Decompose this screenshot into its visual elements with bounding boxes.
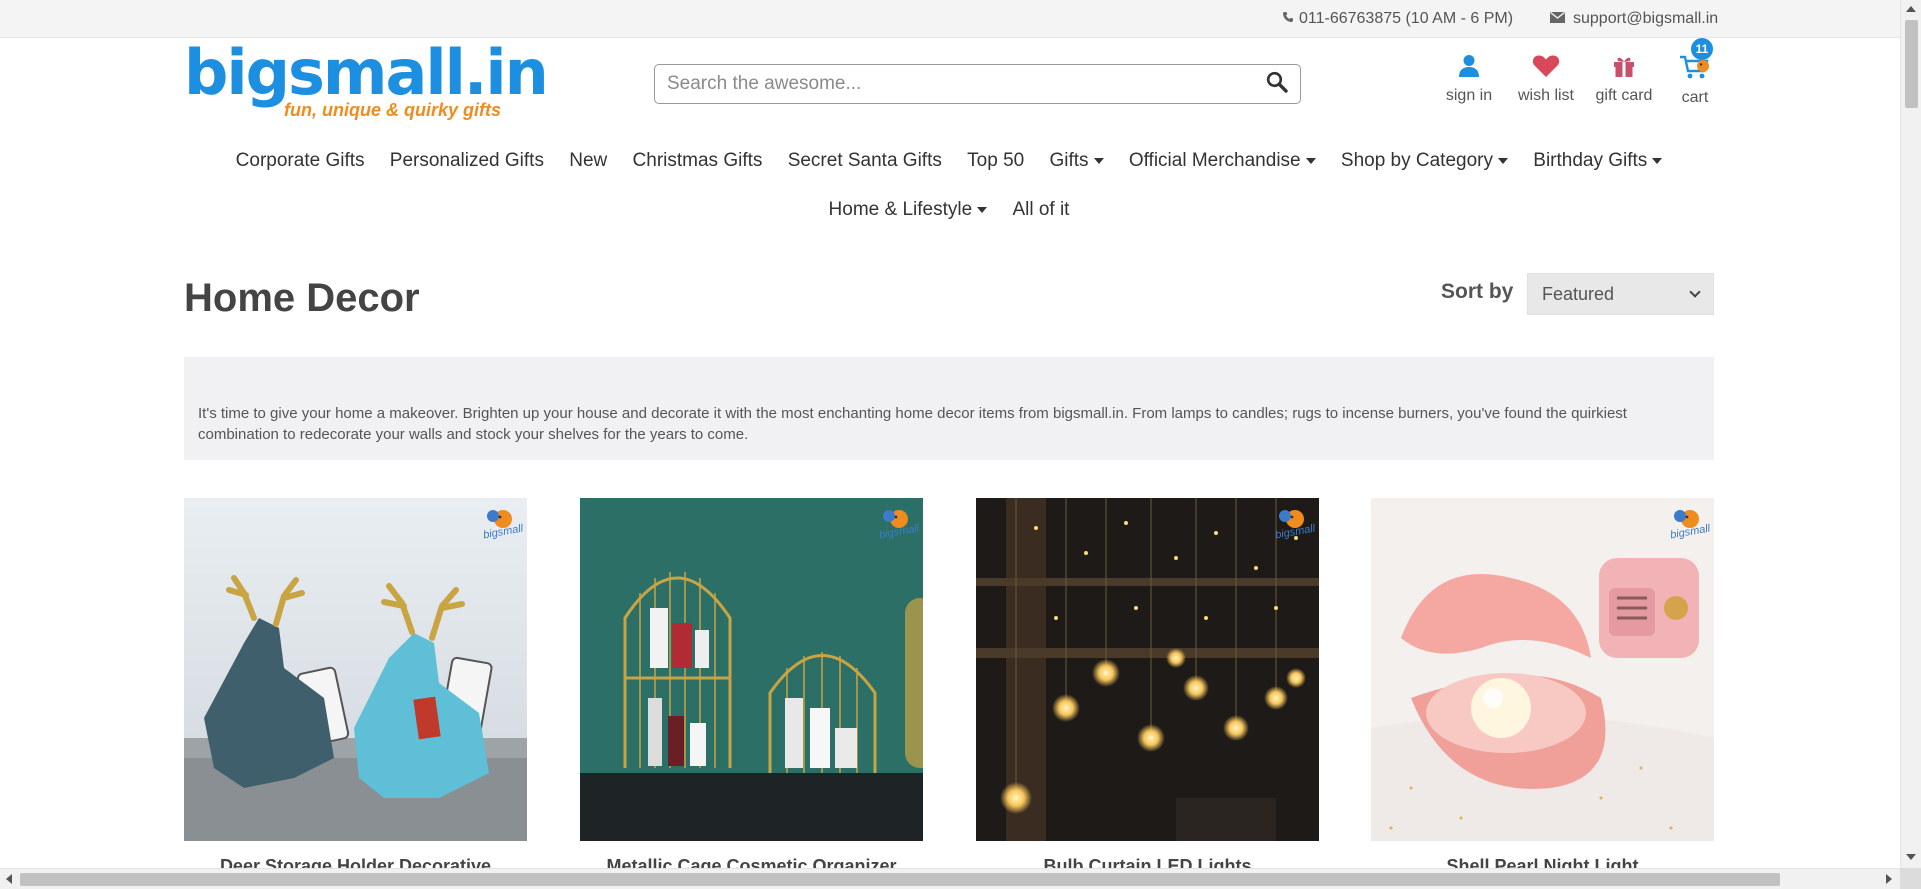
product-card[interactable]: bigsmall Shell Pearl Night Light [1371,498,1714,876]
page-title: Home Decor [184,276,420,320]
search-icon [1266,71,1288,98]
product-image[interactable]: bigsmall [976,498,1319,841]
envelope-icon [1550,10,1565,28]
scroll-up-arrow-icon[interactable] [1906,6,1916,12]
scroll-right-arrow-icon[interactable] [1886,874,1892,884]
cart-icon [1678,54,1712,89]
vertical-scrollbar[interactable] [1900,0,1921,868]
wish-list-label: wish list [1517,87,1574,104]
caret-down-icon [1305,157,1316,164]
nav-item-home-lifestyle[interactable]: Home & Lifestyle [829,185,988,234]
caret-down-icon [977,206,988,213]
nav-item-birthday-gifts[interactable]: Birthday Gifts [1533,136,1663,185]
category-description: It's time to give your home a makeover. … [184,357,1714,460]
nav-item-shop-by-category[interactable]: Shop by Category [1341,136,1508,185]
scroll-down-arrow-icon[interactable] [1906,854,1916,860]
product-image[interactable]: bigsmall [184,498,527,841]
phone-number: 011-66763875 (10 AM - 6 PM) [1299,10,1514,27]
contact-phone[interactable]: 011-66763875 (10 AM - 6 PM) [1282,10,1513,28]
horizontal-scroll-thumb[interactable] [20,873,1780,886]
product-image[interactable]: bigsmall [580,498,923,841]
caret-down-icon [1497,157,1508,164]
email-address: support@bigsmall.in [1573,10,1719,27]
nav-item-christmas-gifts[interactable]: Christmas Gifts [633,136,763,185]
top-utility-bar: 011-66763875 (10 AM - 6 PM) support@bigs… [0,0,1900,38]
horizontal-scrollbar[interactable] [0,868,1900,889]
site-logo[interactable]: bigsmall.in fun, unique & quirky gifts [184,36,549,124]
chevron-down-icon [1689,286,1701,298]
nav-item-secret-santa-gifts[interactable]: Secret Santa Gifts [788,136,942,185]
nav-item-new[interactable]: New [569,136,607,185]
product-card[interactable]: bigsmall Metallic Cage Cosmetic Organize… [580,498,923,876]
nav-item-personalized-gifts[interactable]: Personalized Gifts [390,136,544,185]
vertical-scroll-thumb[interactable] [1905,20,1918,108]
nav-item-official-merchandise[interactable]: Official Merchandise [1129,136,1316,185]
logo-tagline: fun, unique & quirky gifts [284,100,501,120]
cart-link[interactable]: 11 cart [1665,38,1725,107]
gift-card-link[interactable]: gift card [1589,54,1659,107]
user-icon [1458,54,1480,87]
main-navigation: Corporate Gifts Personalized Gifts New C… [184,136,1714,234]
caret-down-icon [1652,157,1663,164]
sort-label: Sort by [1441,280,1514,303]
sort-selected-value: Featured [1542,283,1615,304]
search-input[interactable] [667,71,1237,97]
gift-icon [1612,54,1636,87]
scrollbar-corner [1900,868,1921,889]
product-image[interactable]: bigsmall [1371,498,1714,841]
search-bar [654,64,1301,104]
phone-icon [1282,10,1294,28]
nav-item-gifts[interactable]: Gifts [1049,136,1104,185]
product-card[interactable]: bigsmall Deer Storage Holder Decorative [184,498,527,876]
cart-count-badge: 11 [1691,38,1713,60]
nav-item-all-of-it[interactable]: All of it [1012,185,1069,234]
logo-wordmark: bigsmall.in [184,36,549,109]
gift-card-label: gift card [1595,87,1653,104]
header-actions: sign in wish list gift card 11 cart [1437,38,1725,107]
scroll-left-arrow-icon[interactable] [6,874,12,884]
heart-icon [1532,54,1560,87]
sort-select[interactable]: Featured [1527,273,1714,315]
nav-item-corporate-gifts[interactable]: Corporate Gifts [236,136,365,185]
caret-down-icon [1093,157,1104,164]
wish-list-link[interactable]: wish list [1511,54,1581,107]
cart-label: cart [1681,89,1709,106]
sign-in-label: sign in [1445,87,1493,104]
sign-in-link[interactable]: sign in [1437,54,1501,107]
contact-email[interactable]: support@bigsmall.in [1550,10,1718,28]
nav-item-top-50[interactable]: Top 50 [967,136,1024,185]
search-button[interactable] [1262,70,1292,98]
product-card[interactable]: bigsmall Bulb Curtain LED Lights [976,498,1319,876]
